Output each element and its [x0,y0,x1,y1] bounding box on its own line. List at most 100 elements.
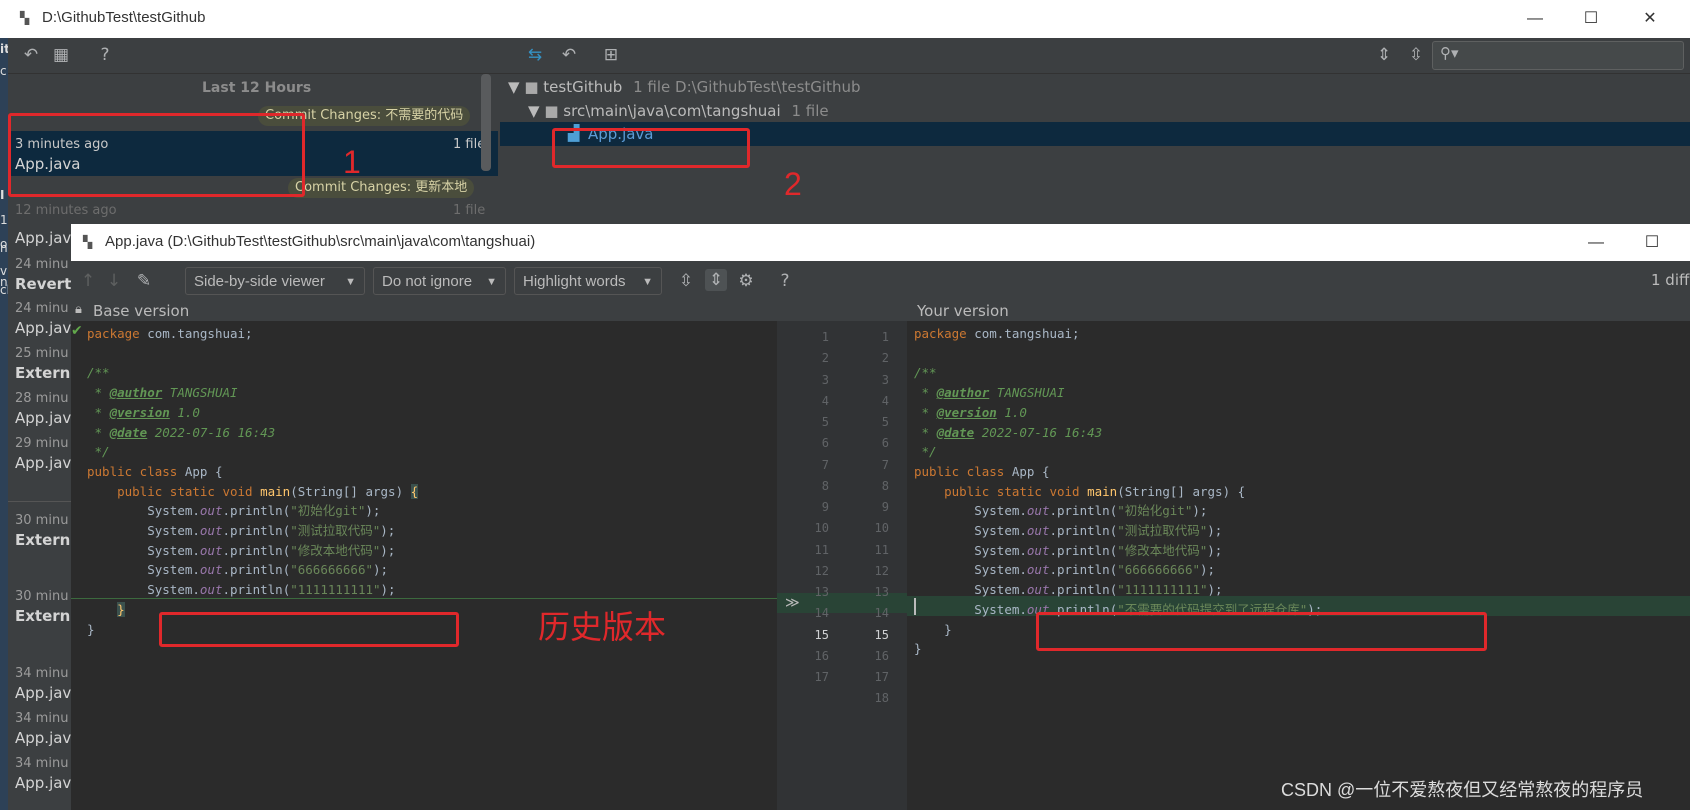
row-time: 34 minu [15,756,69,771]
right-pane-title: Your version [917,302,1009,320]
line-number: 11 [874,542,889,557]
chevron-down-icon: ▼ [345,276,356,288]
line-number: 10 [874,521,889,536]
edit-icon[interactable]: ✎ [133,270,155,292]
maximize-button[interactable]: ☐ [1567,0,1615,38]
strip-text: I [0,188,5,202]
row-time: 25 minu [15,346,69,361]
annotation-history-label: 历史版本 [538,609,667,645]
previous-diff-icon[interactable]: ↑ [77,270,99,292]
line-number: 10 [814,521,829,536]
minimize-button[interactable]: — [1511,0,1559,38]
create-patch-icon[interactable]: ▦ [50,44,72,66]
maximize-button[interactable]: ☐ [1628,224,1676,261]
close-button[interactable]: ✕ [1626,0,1674,38]
strip-text: or [0,237,8,251]
diff-count: 1 diffe [1651,271,1690,289]
diff-gutter: ≫ 1 2 3 4 5 6 7 8 9 10 11 12 13 14 15 16 17 1 2 3 4 5 6 7 8 9 10 1… [777,321,907,810]
line-number: 14 [814,606,829,621]
your-code: package com.tangshuai; /** * @author TAN… [914,326,1323,657]
strip-text: it [0,42,8,56]
minimize-button[interactable]: — [1572,224,1620,261]
list-scrollbar[interactable] [481,74,491,171]
show-diff-icon[interactable]: ⇆ [524,44,546,66]
annotation-label-1: 1 [343,144,361,180]
annotation-box-2 [552,128,750,168]
revert-icon[interactable]: ↶ [20,44,42,66]
left-edge-strip: it c 1 n v or na cl I [0,38,8,810]
tree-package[interactable]: ▼ ■ src\main\java\com\tangshuai 1 file [528,102,829,120]
line-number: 1 [821,330,829,344]
help-icon[interactable]: ? [94,44,116,66]
annotation-box-1 [8,113,305,197]
row-time: 30 minu [15,513,69,528]
rollback-icon[interactable]: ↶ [558,44,580,66]
line-number: 18 [874,691,889,706]
strip-text: cl [0,283,8,297]
base-version-editor[interactable]: ✔ package com.tangshuai; /** * @author T… [71,321,837,810]
viewer-select[interactable]: Side-by-side viewer ▼ [185,267,365,295]
diff-window-title: App.java (D:\GithubTest\testGithub\src\m… [105,233,536,250]
viewer-select-label: Side-by-side viewer [194,273,325,290]
line-number: 9 [881,500,889,514]
expand-all-icon[interactable]: ⇕ [1373,44,1395,66]
group-by-icon[interactable]: ⊞ [600,44,622,66]
line-number: 3 [881,372,889,387]
chevron-down-icon: ▼ [642,276,653,288]
row-filename: App.jav [15,684,71,702]
search-icon: ⚲▾ [1440,44,1459,62]
line-number: 5 [881,415,889,429]
line-number: 17 [874,670,889,684]
sync-scroll-icon[interactable]: ⇕ [705,269,727,291]
history-list-continued: App.java 24 minu Reverte 24 minu App.jav… [8,230,71,810]
highlight-select-label: Highlight words [523,273,626,290]
strip-text: c [0,64,7,78]
ignore-select-label: Do not ignore [382,273,473,290]
line-number: 1 [881,330,889,344]
diff-toolbar: ↑ ↓ ✎ Side-by-side viewer ▼ Do not ignor… [71,261,1690,301]
search-input[interactable]: ⚲▾ [1432,41,1684,70]
tree-root-info: 1 file D:\GithubTest\testGithub [633,78,861,96]
history-toolbar: ↶ ▦ ? ⇆ ↶ ⊞ ⇕ ⇳ ⚲▾ [8,38,1690,74]
line-number: 4 [881,393,889,408]
ignore-select[interactable]: Do not ignore ▼ [373,267,506,295]
row-time: 34 minu [15,711,69,726]
row-filename: Externa [15,531,71,549]
row-time: 34 minu [15,666,69,681]
line-number: 6 [821,436,829,451]
settings-gear-icon[interactable]: ⚙ [735,270,757,292]
line-number: 12 [814,563,829,578]
row-filename: App.jav [15,774,71,792]
left-pane-title: Base version [93,302,190,320]
your-version-editor[interactable]: package com.tangshuai; /** * @author TAN… [907,321,1690,810]
group-header: Last 12 Hours [202,80,312,96]
line-number: 7 [821,457,829,472]
folder-icon: ■ [544,102,559,120]
row-time: 28 minu [15,391,69,406]
lock-icon: 🔒︎ [75,302,82,317]
expand-arrow-icon: ▼ [528,102,540,120]
line-number: 11 [814,542,829,557]
app-icon: ▚ [83,235,93,249]
line-number: 16 [874,648,889,663]
row-filename: App.java [15,319,71,337]
diff-pane-headers: 🔒︎ Base version Your version [71,301,1690,321]
row-time: 24 minu [15,257,69,272]
tree-root[interactable]: ▼ ■ testGithub 1 file D:\GithubTest\test… [508,78,861,96]
next-diff-icon[interactable]: ↓ [103,270,125,292]
row-filename: Externa [15,607,71,625]
help-icon[interactable]: ? [774,270,796,292]
row-filename: App.jav [15,454,71,472]
line-number: 4 [821,393,829,408]
collapse-unchanged-icon[interactable]: ⇳ [675,270,697,292]
collapse-all-icon[interactable]: ⇳ [1405,44,1427,66]
row-filename: App.java [15,230,71,247]
line-number: 2 [821,351,829,366]
line-number: 7 [881,457,889,472]
tree-root-name: testGithub [543,78,623,96]
row-filename: App.jav [15,409,71,427]
apply-change-icon[interactable]: ≫ [785,595,800,611]
row-filename: App.jav [15,729,71,747]
line-number: 12 [874,563,889,578]
highlight-select[interactable]: Highlight words ▼ [514,267,662,295]
